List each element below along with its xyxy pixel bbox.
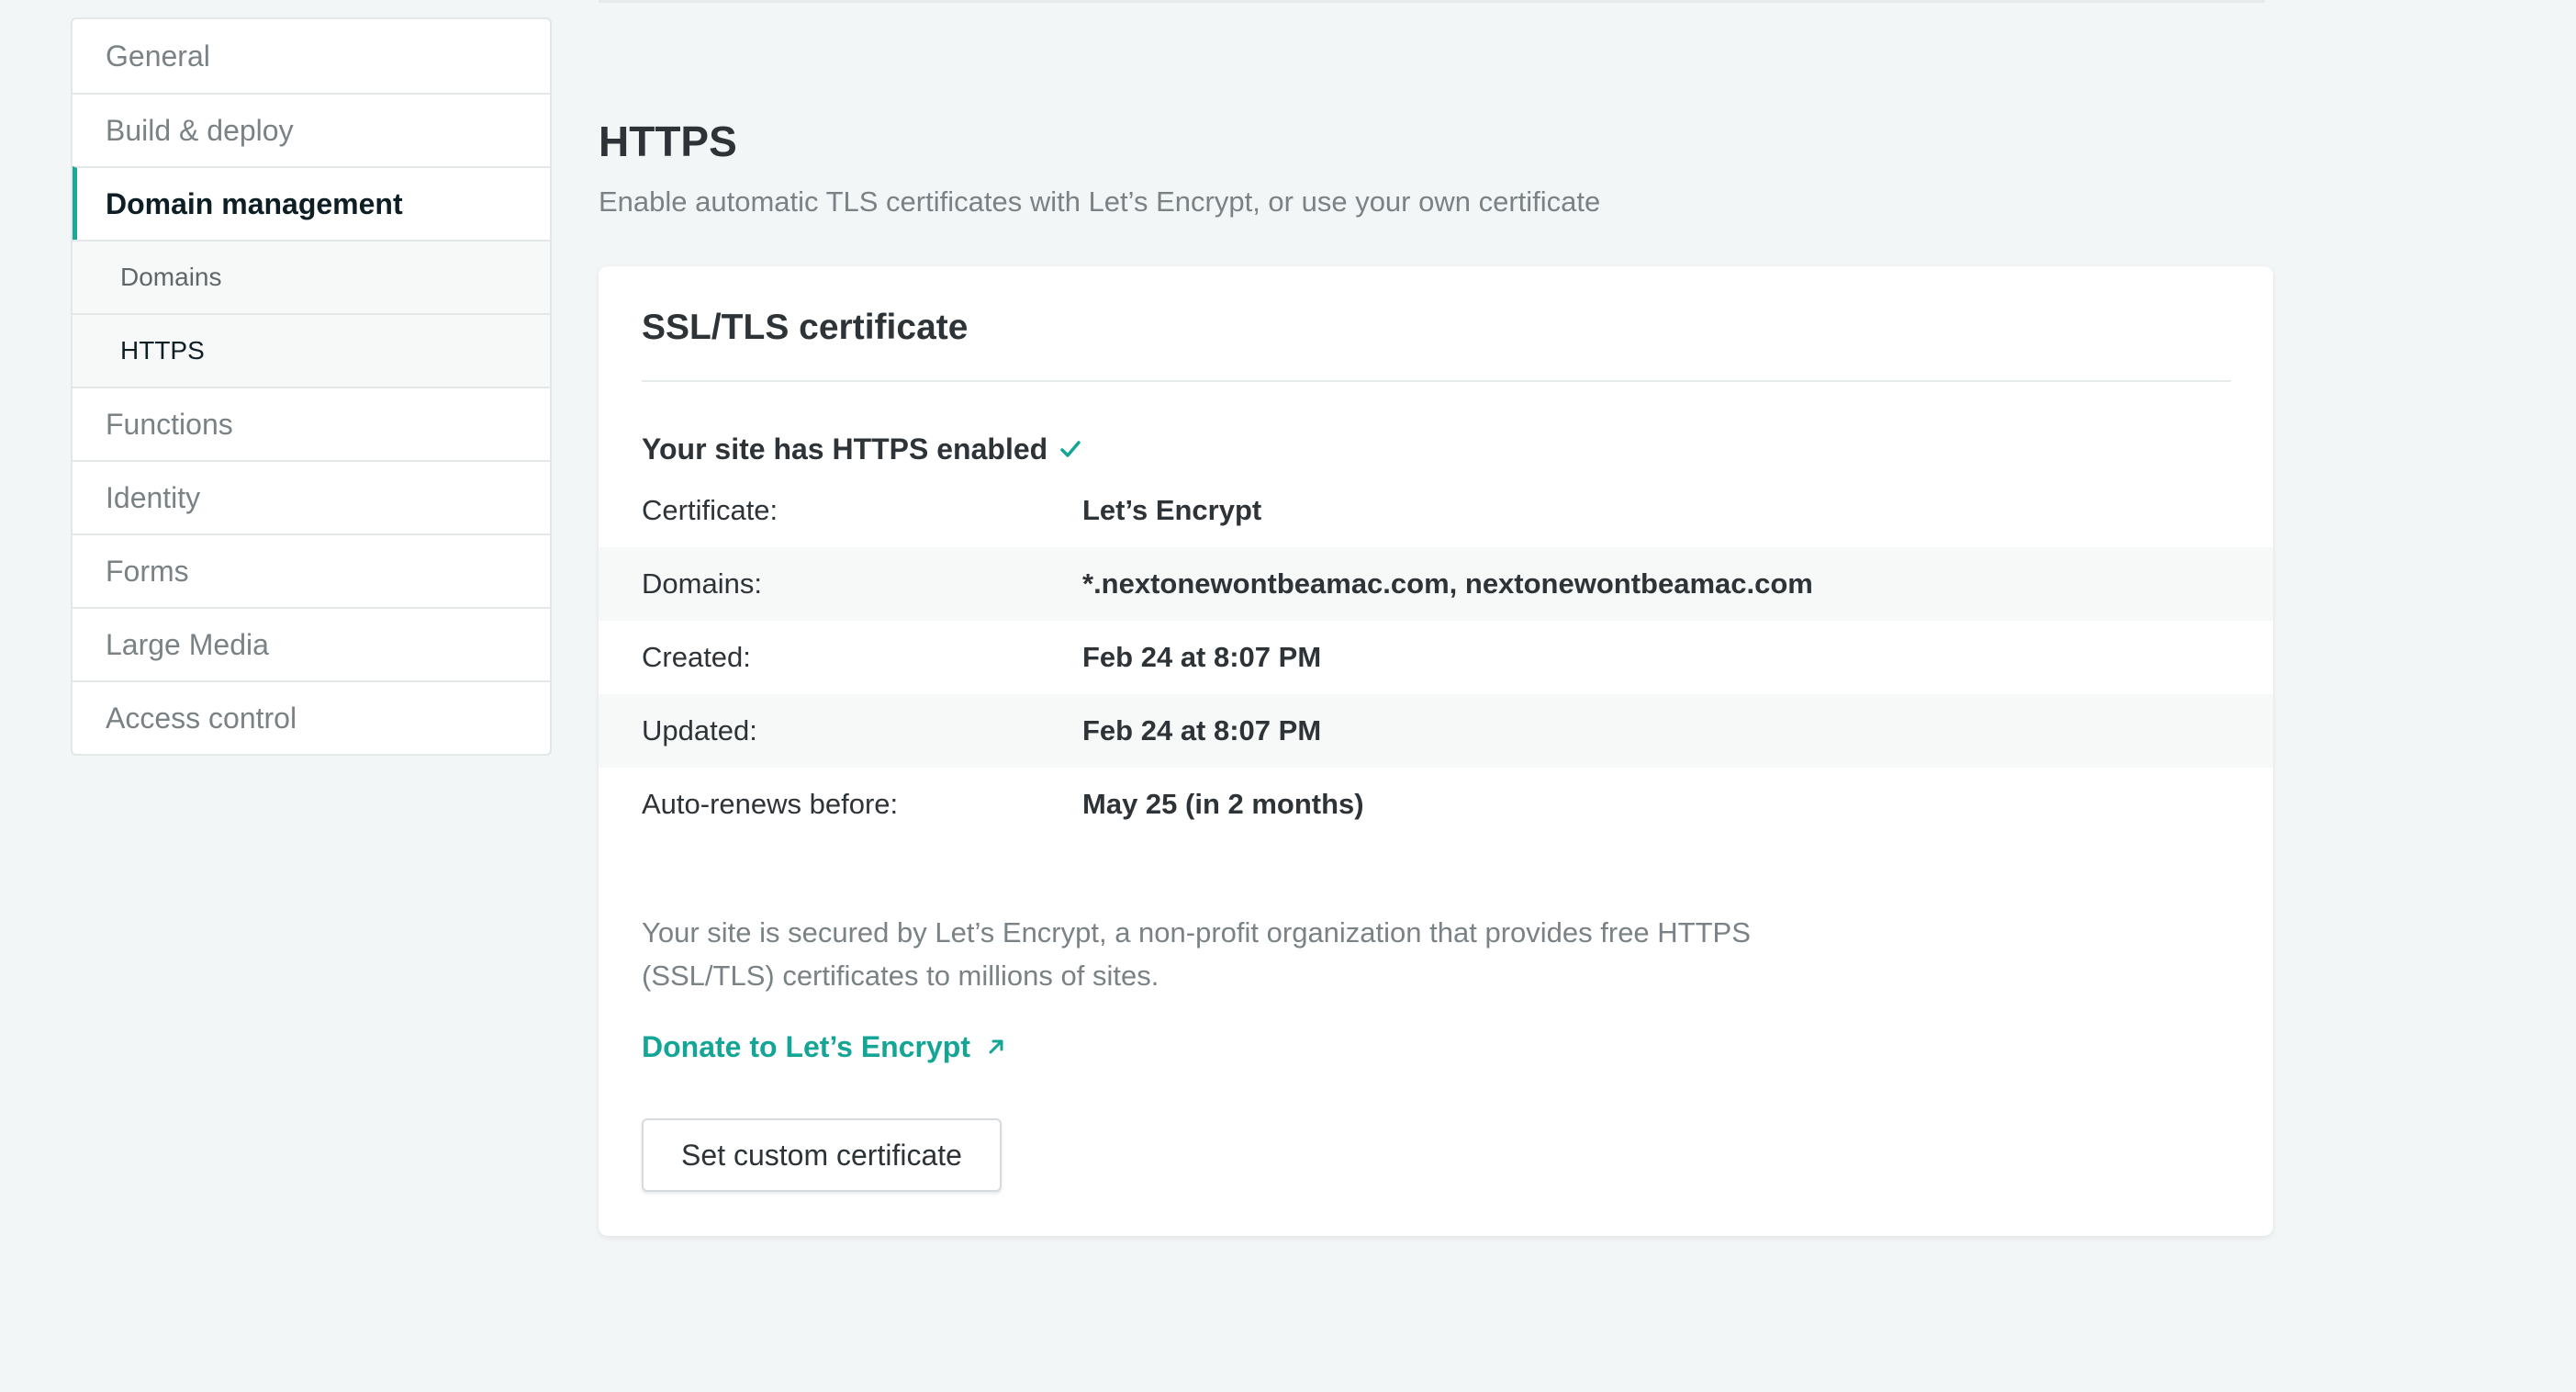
detail-label: Certificate: <box>642 494 778 526</box>
sidebar-item-label: General <box>106 39 210 73</box>
detail-row-certificate: Certificate: Let’s Encrypt <box>599 474 2273 547</box>
detail-value: *.nextonewontbeamac.com, nextonewontbeam… <box>1082 567 1813 600</box>
external-link-icon <box>989 1039 1003 1054</box>
detail-row-domains: Domains: *.nextonewontbeamac.com, nexton… <box>599 547 2273 621</box>
sidebar-item-label: Forms <box>106 554 189 588</box>
https-status-text: Your site has HTTPS enabled <box>642 432 1048 466</box>
sidebar-item-identity[interactable]: Identity <box>73 460 550 533</box>
check-icon <box>1060 441 1081 457</box>
detail-value: May 25 (in 2 months) <box>1082 788 1364 820</box>
sidebar-item-label: Identity <box>106 480 201 514</box>
detail-value: Feb 24 at 8:07 PM <box>1082 714 1322 747</box>
sidebar-item-label: HTTPS <box>120 336 205 365</box>
sidebar-item-forms[interactable]: Forms <box>73 533 550 607</box>
sidebar-item-label: Large Media <box>106 627 269 661</box>
top-divider <box>599 0 2265 3</box>
detail-label: Auto-renews before: <box>642 788 899 820</box>
detail-row-auto-renews: Auto-renews before: May 25 (in 2 months) <box>599 768 2273 841</box>
certificate-details: Certificate: Let’s Encrypt Domains: *.ne… <box>599 474 2273 841</box>
card-divider <box>642 380 2231 382</box>
page-subtitle: Enable automatic TLS certificates with L… <box>599 185 1601 218</box>
sidebar-item-functions[interactable]: Functions <box>73 387 550 460</box>
set-custom-certificate-button[interactable]: Set custom certificate <box>642 1118 1002 1192</box>
sidebar-item-label: Domain management <box>106 186 403 220</box>
detail-row-updated: Updated: Feb 24 at 8:07 PM <box>599 694 2273 768</box>
detail-row-created: Created: Feb 24 at 8:07 PM <box>599 621 2273 694</box>
detail-label: Created: <box>642 641 751 673</box>
sidebar-item-access-control[interactable]: Access control <box>73 680 550 754</box>
sidebar-item-label: Build & deploy <box>106 113 294 147</box>
settings-sidebar: General Build & deploy Domain management… <box>71 17 552 756</box>
detail-label: Domains: <box>642 567 762 600</box>
detail-value: Feb 24 at 8:07 PM <box>1082 641 1322 673</box>
donate-link[interactable]: Donate to Let’s Encrypt <box>642 1028 1007 1065</box>
sidebar-subitem-domains[interactable]: Domains <box>73 240 550 313</box>
card-title: SSL/TLS certificate <box>642 308 969 347</box>
detail-value: Let’s Encrypt <box>1082 494 1262 526</box>
sidebar-item-large-media[interactable]: Large Media <box>73 607 550 680</box>
detail-label: Updated: <box>642 714 757 747</box>
sidebar-item-label: Access control <box>106 701 297 735</box>
sidebar-subitem-https[interactable]: HTTPS <box>73 313 550 387</box>
donate-link-label: Donate to Let’s Encrypt <box>642 1030 970 1063</box>
sidebar-item-domain-management[interactable]: Domain management <box>73 166 550 240</box>
sidebar-item-build-deploy[interactable]: Build & deploy <box>73 93 550 166</box>
sidebar-item-label: Domains <box>120 263 222 291</box>
sidebar-item-general[interactable]: General <box>73 19 550 93</box>
https-status: Your site has HTTPS enabled <box>642 430 1082 468</box>
certificate-card: SSL/TLS certificate Your site has HTTPS … <box>599 266 2273 1236</box>
page-title: HTTPS <box>599 118 737 165</box>
lets-encrypt-note: Your site is secured by Let’s Encrypt, a… <box>642 916 1751 992</box>
sidebar-item-label: Functions <box>106 407 233 441</box>
